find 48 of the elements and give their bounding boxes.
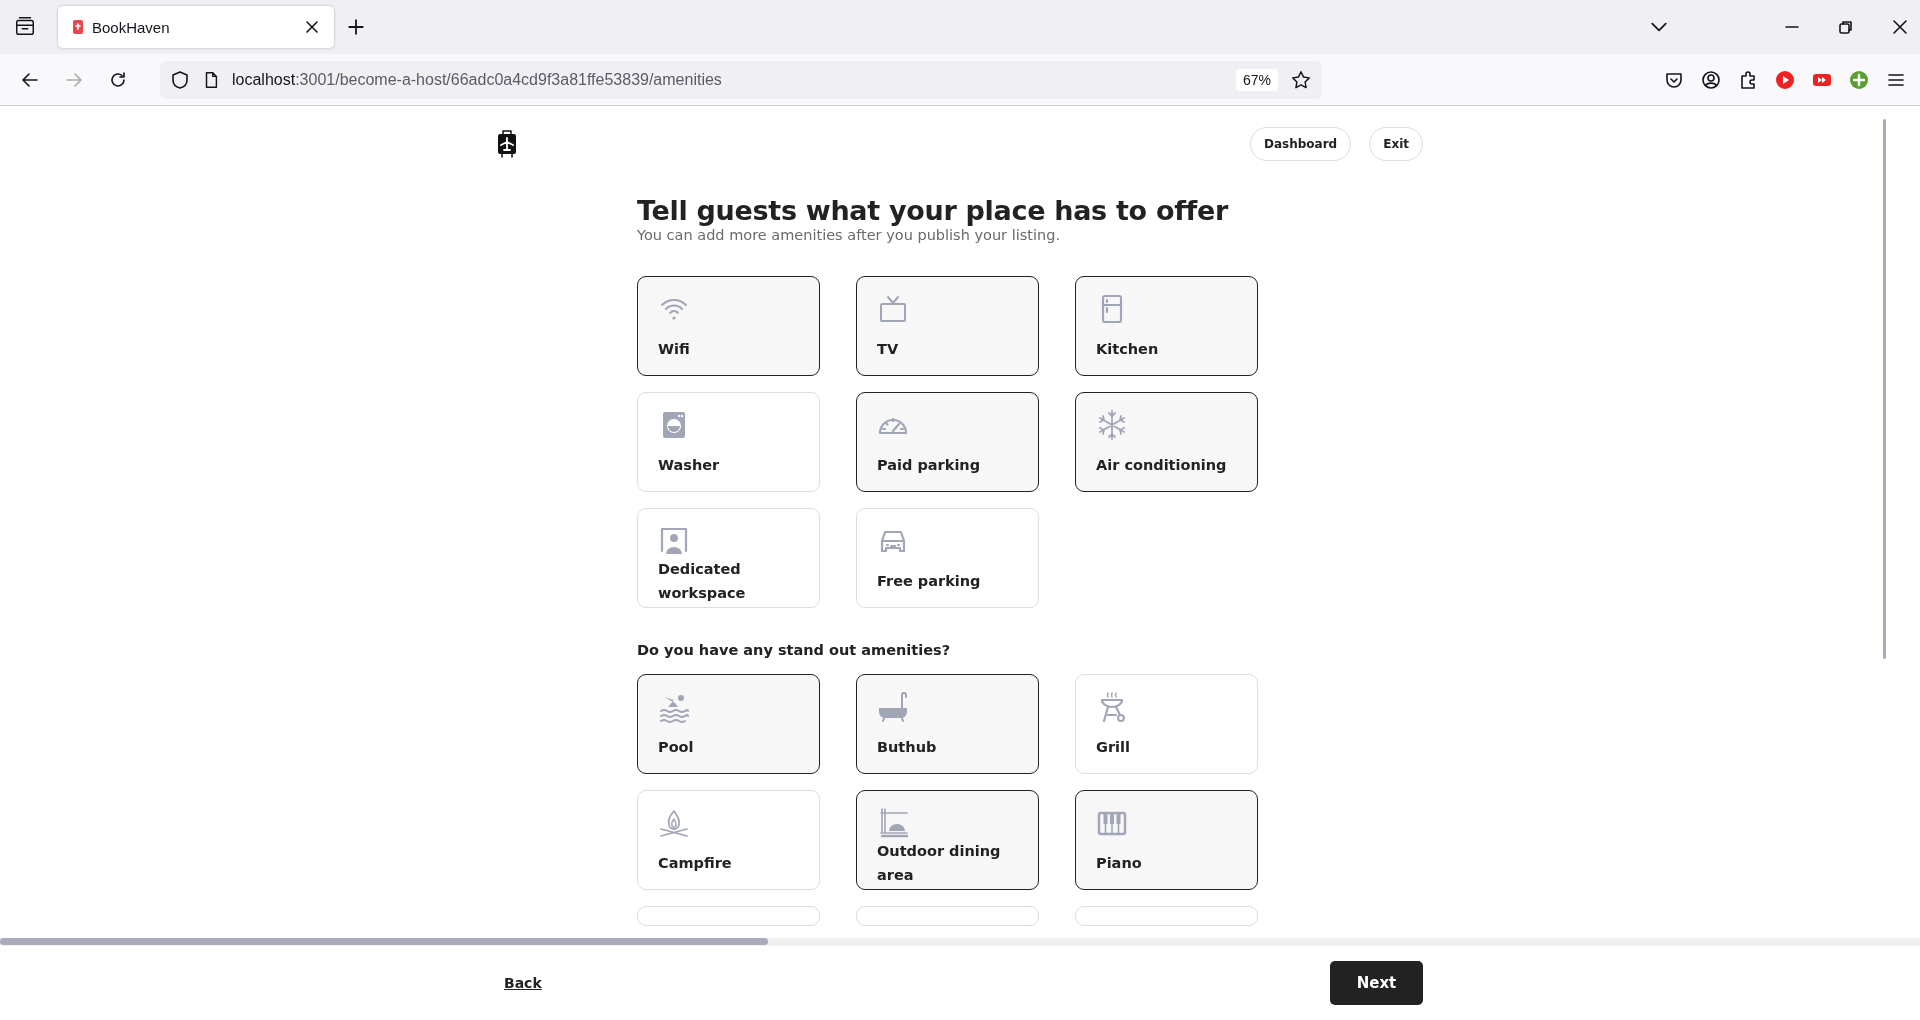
exit-button[interactable]: Exit [1369,127,1423,161]
plus-icon[interactable] [1849,69,1869,90]
page-heading: Tell guests what your place has to offer [637,195,1230,227]
amenity-card[interactable]: Paid parking [856,392,1039,492]
horizontal-scrollbar[interactable] [0,938,1920,946]
person-screen-icon [658,525,690,557]
page-subheading: You can add more amenities after you publish your listing. [637,227,1061,243]
amenity-card[interactable]: Piano [1075,790,1258,890]
zoom-level[interactable]: 67% [1235,68,1278,91]
amenity-card[interactable]: Campfire [637,790,820,890]
reload-icon[interactable] [108,69,128,90]
next-button[interactable]: Next [1330,961,1423,1005]
vertical-scrollbar[interactable] [1883,119,1886,659]
amenity-card[interactable]: Washer [637,392,820,492]
amenity-card[interactable]: Grill [1075,674,1258,774]
url-text: localhost:3001/become-a-host/66adc0a4cd9f3a81ffe53839/amenities [232,70,723,89]
shield-icon [170,69,190,90]
star-icon[interactable] [1290,68,1312,91]
browser-tab[interactable]: BookHaven [58,6,334,48]
amenity-card[interactable]: Buthub [856,674,1039,774]
play-icon[interactable] [1775,69,1795,90]
suitcase-logo-icon[interactable] [497,130,517,158]
dining-icon [877,807,909,839]
dashboard-button[interactable]: Dashboard [1250,127,1352,161]
amenity-card[interactable]: Air conditioning [1075,392,1258,492]
amenity-card[interactable]: Outdoor dining area [856,790,1039,890]
restore-icon[interactable] [1838,19,1854,35]
account-icon[interactable] [1701,69,1721,90]
amenity-card[interactable]: TV [856,276,1039,376]
puzzle-icon[interactable] [1738,69,1758,90]
amenity-card[interactable]: Free parking [856,508,1039,608]
amenity-card[interactable]: Pool [637,674,820,774]
close-icon[interactable] [304,19,320,35]
suitcase-favicon-icon [72,20,84,34]
amenity-card[interactable]: Dedicated workspace [637,508,820,608]
bathtub-icon [877,691,909,723]
new-tab-icon[interactable] [347,18,365,36]
back-link[interactable]: Back [504,975,542,991]
snowflake-icon [1096,409,1128,441]
amenity-card[interactable]: Wifi [637,276,820,376]
tv-icon [877,293,909,325]
tab-list-icon[interactable] [14,16,36,38]
section-question: Do you have any stand out amenities? [637,642,952,658]
amenity-card[interactable]: Kitchen [1075,276,1258,376]
address-bar[interactable]: localhost:3001/become-a-host/66adc0a4cd9f3a81ffe53839/amenities 67% [160,60,1322,99]
close-icon[interactable] [1892,19,1908,35]
tab-title: BookHaven [92,18,171,36]
campfire-icon [658,807,690,839]
